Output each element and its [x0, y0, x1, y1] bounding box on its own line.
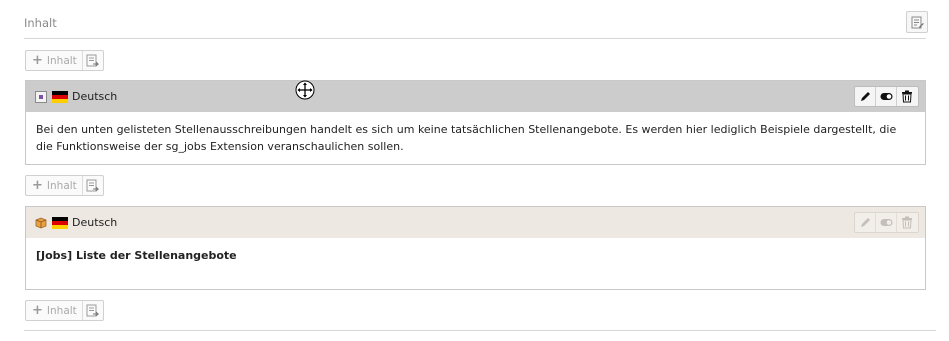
element-actions — [854, 212, 919, 233]
new-content-group: + Inhalt — [25, 50, 104, 71]
new-content-button[interactable]: + Inhalt — [26, 51, 83, 70]
pencil-icon — [861, 218, 870, 227]
language-label: Deutsch — [72, 90, 118, 103]
new-content-label: Inhalt — [46, 304, 77, 317]
toggle-visibility-icon — [880, 93, 893, 100]
new-content-label: Inhalt — [46, 179, 77, 192]
paste-icon — [86, 304, 99, 317]
pencil-icon — [861, 92, 870, 101]
paste-icon — [86, 179, 99, 192]
paste-button[interactable] — [83, 176, 103, 195]
element-actions — [854, 86, 919, 107]
edit-column-button[interactable] — [906, 11, 928, 33]
new-content-button[interactable]: + Inhalt — [26, 176, 83, 195]
edit-button[interactable] — [855, 213, 876, 232]
german-flag-icon — [52, 90, 68, 103]
element-header[interactable]: Deutsch — [26, 81, 925, 112]
delete-button[interactable] — [897, 213, 918, 232]
edit-button[interactable] — [855, 87, 876, 106]
new-content-button[interactable]: + Inhalt — [26, 301, 83, 320]
language-label: Deutsch — [72, 216, 118, 229]
new-content-group: + Inhalt — [25, 175, 104, 196]
trash-icon — [902, 216, 912, 229]
content-element[interactable]: Deutsch — [25, 80, 926, 165]
element-body-text: Bei den unten gelisteten Stellenausschre… — [36, 123, 897, 153]
column-header: Inhalt — [24, 8, 928, 39]
plus-icon: + — [32, 178, 43, 193]
paste-button[interactable] — [83, 301, 103, 320]
plus-icon: + — [32, 53, 43, 68]
plugin-element-icon — [35, 217, 47, 229]
german-flag-icon — [52, 216, 68, 229]
text-element-icon — [35, 90, 47, 103]
content-element[interactable]: Deutsch — [25, 206, 926, 290]
paste-icon — [86, 54, 99, 67]
toggle-visibility-button[interactable] — [876, 213, 897, 232]
toggle-visibility-icon — [880, 219, 893, 226]
new-content-group: + Inhalt — [25, 300, 104, 321]
move-cursor-icon — [295, 80, 315, 100]
plus-icon: + — [32, 303, 43, 318]
new-content-label: Inhalt — [46, 54, 77, 67]
trash-icon — [902, 90, 912, 103]
edit-column-icon — [911, 16, 924, 29]
column-title: Inhalt — [24, 16, 57, 30]
element-header[interactable]: Deutsch — [26, 207, 925, 238]
delete-button[interactable] — [897, 87, 918, 106]
element-body-text: [Jobs] Liste der Stellenangebote — [36, 249, 237, 262]
paste-button[interactable] — [83, 51, 103, 70]
column-bottom-divider — [24, 330, 936, 331]
toggle-visibility-button[interactable] — [876, 87, 897, 106]
